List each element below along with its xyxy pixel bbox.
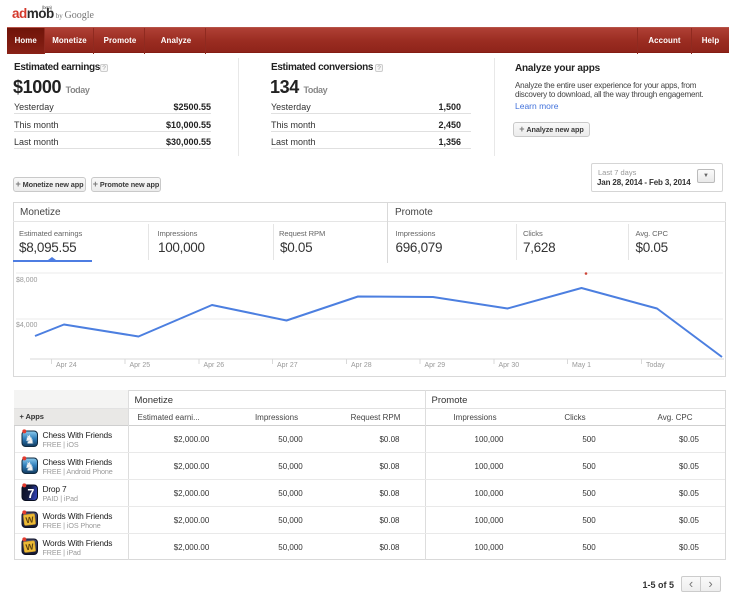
svg-text:Apr 29: Apr 29: [425, 362, 446, 369]
svg-text:Today: Today: [646, 362, 665, 369]
svg-text:Apr 25: Apr 25: [130, 362, 151, 369]
svg-text:Apr 28: Apr 28: [351, 362, 372, 369]
svg-text:7: 7: [27, 487, 34, 501]
svg-text:$4,000: $4,000: [16, 322, 38, 329]
svg-text:Apr 24: Apr 24: [56, 362, 77, 369]
svg-text:$8,000: $8,000: [16, 277, 38, 284]
svg-text:Apr 30: Apr 30: [499, 362, 520, 369]
svg-text:♞: ♞: [24, 432, 35, 446]
svg-text:Apr 27: Apr 27: [277, 362, 298, 369]
svg-text:May 1: May 1: [572, 362, 591, 369]
svg-text:Apr 26: Apr 26: [204, 362, 225, 369]
svg-text:♞: ♞: [24, 459, 35, 473]
